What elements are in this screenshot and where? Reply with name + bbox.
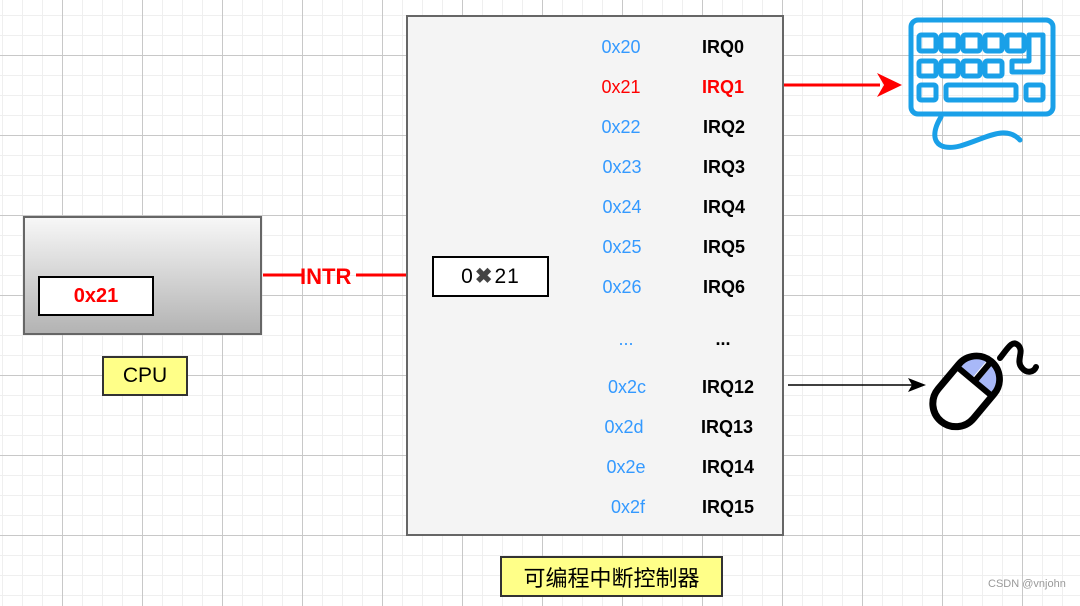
- pic-register: 0 ✖ 21: [432, 256, 549, 297]
- irq-address: 0x21: [601, 77, 641, 97]
- irq-line-label: IRQ0: [701, 37, 744, 57]
- irq-line-label: IRQ13: [700, 417, 754, 437]
- irq-address: 0x24: [602, 197, 642, 217]
- irq-line-label: IRQ6: [702, 277, 745, 297]
- irq-address: 0x2f: [610, 497, 646, 517]
- irq-address: ...: [618, 329, 634, 349]
- irq-address: 0x2c: [607, 377, 647, 397]
- irq-line-label: IRQ3: [702, 157, 745, 177]
- irq12-mouse-arrow: [788, 378, 926, 392]
- irq-line-label: IRQ2: [702, 117, 745, 137]
- keyboard-icon: [908, 17, 1056, 150]
- irq-line-label: IRQ15: [701, 497, 755, 517]
- cpu-register: 0x21: [38, 276, 154, 316]
- irq-address: 0x25: [602, 237, 642, 257]
- mouse-icon: [929, 352, 1003, 431]
- pic-register-x: ✖: [474, 265, 494, 288]
- irq-address: 0x2e: [606, 457, 646, 477]
- pic-register-prefix: 0: [461, 264, 474, 288]
- watermark: CSDN @vnjohn: [988, 578, 1066, 590]
- pic-register-suffix: 21: [494, 264, 520, 288]
- irq-line-label: IRQ14: [701, 457, 755, 477]
- pic-label: 可编程中断控制器: [500, 556, 723, 597]
- mouse-cable: [997, 340, 1039, 375]
- irq-line-label: IRQ12: [701, 377, 755, 397]
- irq-address: 0x2d: [604, 417, 644, 437]
- irq-address: 0x22: [601, 117, 641, 137]
- irq-address: 0x20: [601, 37, 641, 57]
- irq-address: 0x23: [602, 157, 642, 177]
- irq-line-label: IRQ4: [702, 197, 745, 217]
- intr-signal-label: INTR: [300, 264, 352, 289]
- irq-line-label: IRQ1: [701, 77, 744, 97]
- cpu-label: CPU: [102, 356, 188, 396]
- irq1-keyboard-arrow: [782, 73, 902, 97]
- irq-line-label: IRQ5: [702, 237, 745, 257]
- irq-line-label: ...: [715, 329, 731, 349]
- irq-address: 0x26: [602, 277, 642, 297]
